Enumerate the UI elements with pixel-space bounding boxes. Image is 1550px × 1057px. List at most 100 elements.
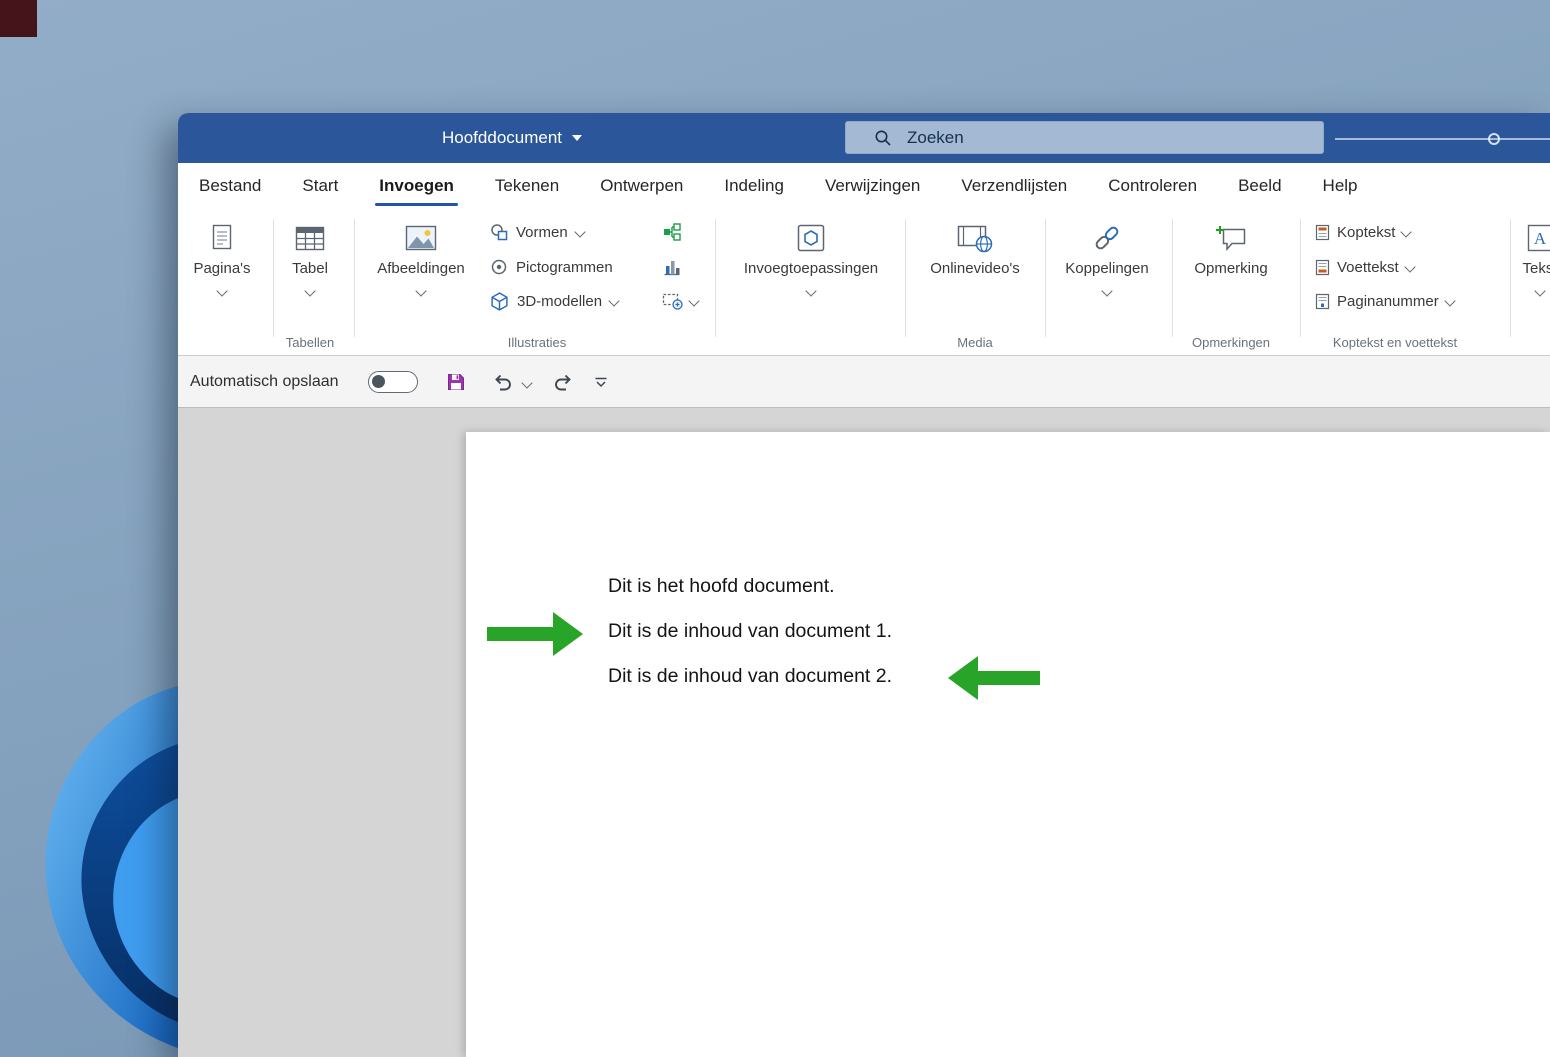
group-separator xyxy=(1045,219,1046,337)
tabel-dropdown[interactable] xyxy=(306,282,314,292)
titlebar-line xyxy=(1335,138,1550,140)
chevron-down-icon[interactable] xyxy=(1444,295,1455,306)
tab-start[interactable]: Start xyxy=(302,163,338,209)
voettekst-label: Voettekst xyxy=(1337,259,1399,276)
autosave-label: Automatisch opslaan xyxy=(190,356,339,407)
chevron-down-icon[interactable] xyxy=(688,295,699,306)
online-video-icon xyxy=(957,223,993,253)
koppelingen-button[interactable]: Koppelingen xyxy=(1052,218,1162,292)
onlinevideos-button[interactable]: Onlinevideo's xyxy=(916,218,1034,277)
tab-controleren[interactable]: Controleren xyxy=(1108,163,1197,209)
grafiek-button[interactable] xyxy=(662,254,682,280)
tab-invoegen[interactable]: Invoegen xyxy=(379,163,454,209)
customize-toolbar-button[interactable] xyxy=(594,356,608,408)
tekst-dropdown[interactable] xyxy=(1536,282,1544,292)
tab-beeld[interactable]: Beeld xyxy=(1238,163,1281,209)
invoegtoepassingen-label: Invoegtoepassingen xyxy=(744,260,878,277)
svg-text:A: A xyxy=(1534,229,1547,248)
link-icon xyxy=(1092,224,1122,252)
chevron-down-icon[interactable] xyxy=(1401,226,1412,237)
titlebar-knob xyxy=(1488,133,1500,145)
doc-line-1[interactable]: Dit is het hoofd document. xyxy=(608,575,835,598)
opmerking-label: Opmerking xyxy=(1194,260,1267,277)
group-label-media: Media xyxy=(957,335,992,350)
tab-help[interactable]: Help xyxy=(1323,163,1358,209)
chevron-down-icon xyxy=(805,285,816,296)
table-icon xyxy=(295,225,325,252)
windows-bloom-wallpaper xyxy=(0,680,178,1057)
document-page[interactable]: Dit is het hoofd document. Dit is de inh… xyxy=(466,432,1550,1057)
footer-icon xyxy=(1315,259,1330,276)
undo-dropdown-chevron[interactable] xyxy=(521,377,532,388)
header-icon xyxy=(1315,224,1330,241)
picture-icon xyxy=(405,225,437,251)
tekst-button[interactable]: A Tekst xyxy=(1508,218,1550,292)
screenshot-icon xyxy=(662,292,684,310)
invoegtoepassingen-dropdown[interactable] xyxy=(807,282,815,292)
comment-icon xyxy=(1215,223,1247,253)
3d-modellen-button[interactable]: 3D-modellen xyxy=(490,288,618,314)
document-title[interactable]: Hoofddocument xyxy=(442,113,582,163)
koppelingen-dropdown[interactable] xyxy=(1103,282,1111,292)
tab-bestand[interactable]: Bestand xyxy=(199,163,261,209)
redo-button[interactable] xyxy=(552,356,574,408)
tab-verwijzingen[interactable]: Verwijzingen xyxy=(825,163,920,209)
group-separator xyxy=(715,219,716,337)
undo-icon xyxy=(492,372,514,392)
smartart-icon xyxy=(662,222,682,242)
tabel-label: Tabel xyxy=(292,260,328,277)
autosave-toggle[interactable] xyxy=(368,371,418,393)
afbeeldingen-button[interactable]: Afbeeldingen xyxy=(368,218,474,292)
paginas-dropdown[interactable] xyxy=(218,282,226,292)
group-label-illustraties: Illustraties xyxy=(508,335,567,350)
ribbon: Pagina's Tabel xyxy=(178,209,1550,356)
tab-tekenen[interactable]: Tekenen xyxy=(495,163,559,209)
shapes-icon xyxy=(490,223,508,241)
paginanummer-button[interactable]: Paginanummer xyxy=(1315,288,1454,314)
save-icon xyxy=(446,372,466,392)
doc-line-2[interactable]: Dit is de inhoud van document 1. xyxy=(608,620,892,643)
invoegtoepassingen-button[interactable]: Invoegtoepassingen xyxy=(729,218,893,292)
add-ins-icon xyxy=(796,223,826,253)
schermafbeelding-button[interactable] xyxy=(662,288,698,314)
pictogrammen-label: Pictogrammen xyxy=(516,259,613,276)
group-label-tabellen: Tabellen xyxy=(286,335,334,350)
koptekst-label: Koptekst xyxy=(1337,224,1395,241)
group-separator xyxy=(1172,219,1173,337)
group-label-opmerkingen: Opmerkingen xyxy=(1192,335,1270,350)
search-box[interactable]: Zoeken xyxy=(845,121,1324,154)
afbeeldingen-dropdown[interactable] xyxy=(417,282,425,292)
chevron-down-icon[interactable] xyxy=(608,295,619,306)
search-icon xyxy=(874,129,892,147)
chevron-down-icon xyxy=(1101,285,1112,296)
afbeeldingen-label: Afbeeldingen xyxy=(377,260,465,277)
tab-indeling[interactable]: Indeling xyxy=(724,163,784,209)
save-button[interactable] xyxy=(446,356,466,408)
chevron-down-icon xyxy=(415,285,426,296)
tab-verzendlijsten[interactable]: Verzendlijsten xyxy=(961,163,1067,209)
koptekst-button[interactable]: Koptekst xyxy=(1315,219,1410,245)
search-placeholder: Zoeken xyxy=(907,128,964,148)
page-number-icon xyxy=(1315,293,1330,310)
chevron-down-icon[interactable] xyxy=(574,226,585,237)
voettekst-button[interactable]: Voettekst xyxy=(1315,254,1414,280)
pages-icon xyxy=(210,223,234,253)
tab-ontwerpen[interactable]: Ontwerpen xyxy=(600,163,683,209)
undo-button[interactable] xyxy=(492,356,514,408)
koppelingen-label: Koppelingen xyxy=(1065,260,1148,277)
paginanummer-label: Paginanummer xyxy=(1337,293,1439,310)
tabel-button[interactable]: Tabel xyxy=(277,218,343,292)
customize-toolbar-icon xyxy=(594,376,608,389)
group-label-koptekst-voettekst: Koptekst en voettekst xyxy=(1333,335,1457,350)
chevron-down-icon xyxy=(1534,285,1545,296)
paginas-button[interactable]: Pagina's xyxy=(188,218,256,292)
pictogrammen-button[interactable]: Pictogrammen xyxy=(490,254,613,280)
chevron-down-icon xyxy=(216,285,227,296)
green-arrow-left xyxy=(948,656,1040,700)
smartart-button[interactable] xyxy=(662,219,682,245)
doc-line-3[interactable]: Dit is de inhoud van document 2. xyxy=(608,665,892,688)
chevron-down-icon[interactable] xyxy=(1404,261,1415,272)
title-dropdown-caret-icon xyxy=(572,135,582,141)
opmerking-button[interactable]: Opmerking xyxy=(1182,218,1280,277)
vormen-button[interactable]: Vormen xyxy=(490,219,584,245)
